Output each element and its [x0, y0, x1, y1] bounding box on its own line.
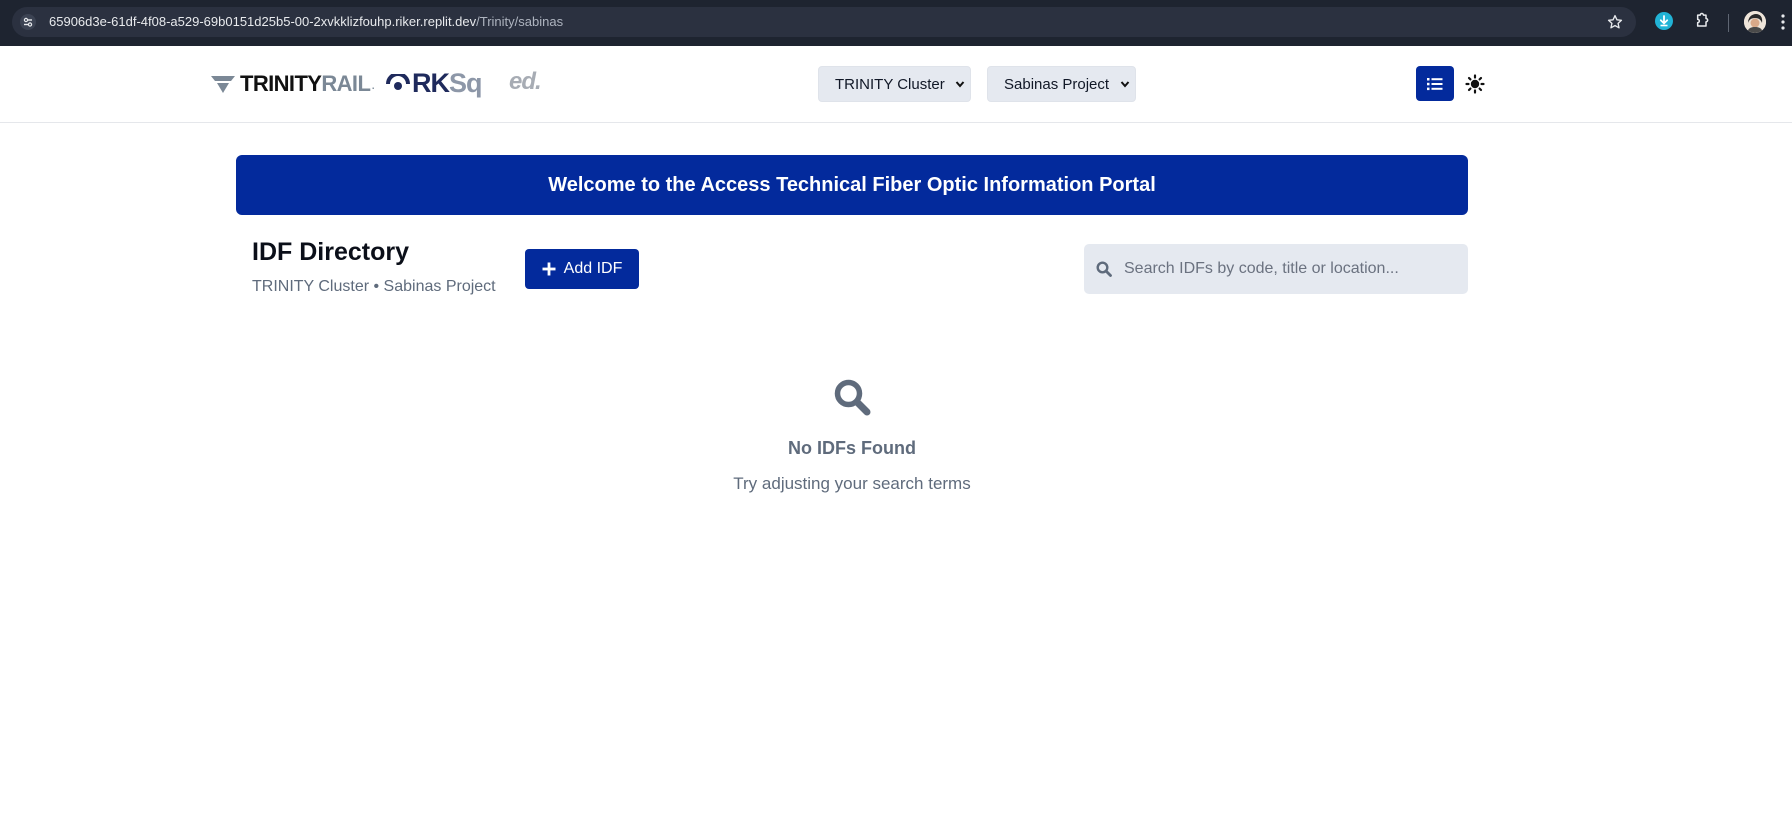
page-title: IDF Directory: [252, 238, 409, 266]
search-box[interactable]: [1084, 244, 1468, 294]
page-subtitle: TRINITY Cluster • Sabinas Project: [252, 278, 496, 295]
star-icon[interactable]: [1606, 13, 1624, 31]
search-icon: [1096, 261, 1112, 277]
url-host: 65906d3e-61df-4f08-a529-69b0151d25b5-00-…: [49, 14, 477, 29]
empty-state-title: No IDFs Found: [788, 438, 916, 458]
address-bar[interactable]: 65906d3e-61df-4f08-a529-69b0151d25b5-00-…: [12, 7, 1636, 37]
ed-logo: ed.: [509, 68, 542, 95]
rksq-logo: RK Sq: [386, 67, 483, 98]
puzzle-icon[interactable]: [1691, 11, 1711, 31]
welcome-banner: Welcome to the Access Technical Fiber Op…: [236, 155, 1468, 215]
logo-trinity-word: TRINITY: [240, 71, 322, 96]
project-select[interactable]: Sabinas Project: [987, 66, 1136, 102]
logo-rail-word: RAIL: [321, 71, 371, 96]
project-select-value: Sabinas Project: [1004, 75, 1110, 93]
toolbar-divider: [1728, 14, 1729, 32]
chevron-down-icon: [1120, 81, 1130, 88]
cluster-select-value: TRINITY Cluster: [835, 75, 945, 93]
url-path: /Trinity/sabinas: [476, 14, 564, 29]
browser-toolbar: 65906d3e-61df-4f08-a529-69b0151d25b5-00-…: [0, 0, 1792, 46]
sun-icon[interactable]: [1465, 74, 1485, 94]
signal-arc-icon: [386, 74, 410, 90]
logo-dot: .: [371, 76, 376, 92]
add-idf-label: Add IDF: [563, 260, 623, 277]
avatar-face-icon: [1744, 11, 1766, 33]
empty-state-hint: Try adjusting your search terms: [733, 474, 971, 493]
download-extension-icon[interactable]: [1655, 12, 1673, 30]
trinity-chevron-icon: [211, 76, 235, 93]
logo-rk-word: RK: [412, 67, 450, 98]
logo-sq-word: Sq: [449, 67, 483, 98]
cluster-select[interactable]: TRINITY Cluster: [818, 66, 971, 102]
kebab-menu-icon[interactable]: [1780, 12, 1786, 32]
list-view-button[interactable]: [1416, 66, 1454, 101]
url-text[interactable]: 65906d3e-61df-4f08-a529-69b0151d25b5-00-…: [49, 14, 563, 30]
plus-icon: [542, 262, 556, 276]
add-idf-button[interactable]: Add IDF: [525, 249, 639, 289]
profile-avatar[interactable]: [1744, 11, 1766, 33]
search-input[interactable]: [1124, 244, 1460, 294]
magnifier-icon: [834, 379, 871, 416]
chevron-down-icon: [955, 81, 965, 88]
app-header: TRINITY RAIL. RK Sq ed. TRINITY Cluster Sa…: [0, 46, 1792, 123]
welcome-banner-text: Welcome to the Access Technical Fiber Op…: [548, 173, 1156, 196]
list-icon: [1427, 77, 1443, 90]
trinityrail-logo: TRINITY RAIL.: [210, 71, 376, 96]
tune-icon[interactable]: [20, 14, 36, 30]
